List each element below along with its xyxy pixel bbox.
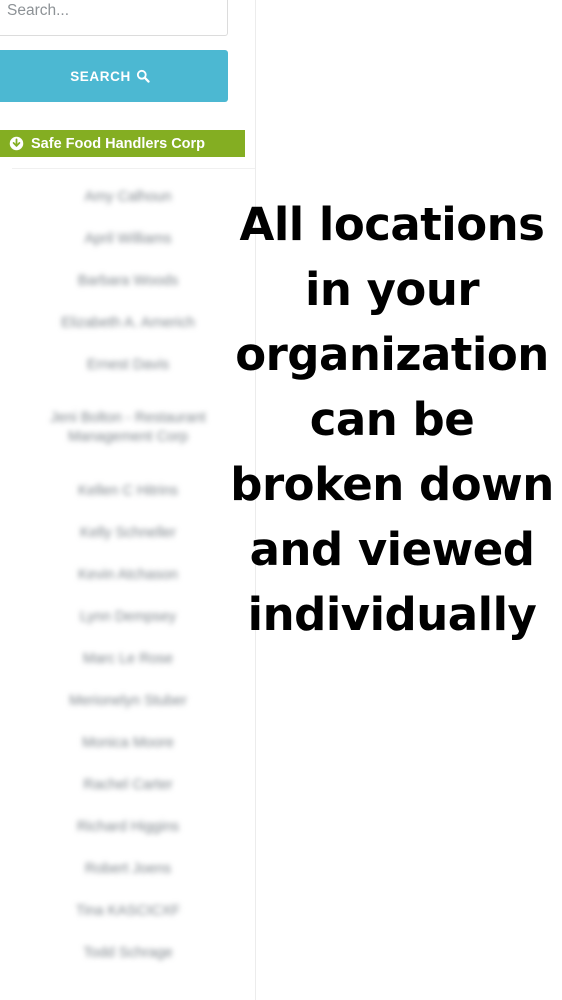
list-item[interactable]: Monica Moore [0,722,256,764]
list-item[interactable]: Richard Higgins [0,806,256,848]
list-item[interactable]: Rachel Carter [0,764,256,806]
list-item[interactable]: Tina KASCICXF [0,890,256,932]
list-item[interactable]: Amy Calhoun [0,176,256,218]
search-button-label: SEARCH [70,68,131,84]
list-item[interactable]: Lynn Dempsey [0,596,256,638]
list-item[interactable]: Todd Schrage [0,932,256,974]
location-sidebar-panel: SEARCH Safe Food Handlers Corp Amy Calho… [0,0,256,1000]
corp-header-safe-food-handlers[interactable]: Safe Food Handlers Corp [0,130,245,157]
overlay-caption-text: All locations in your organization can b… [230,198,554,641]
list-item[interactable]: Marc Le Rose [0,638,256,680]
search-input[interactable] [0,0,228,36]
list-item[interactable]: Kevin Atchason [0,554,256,596]
list-item[interactable]: Jeni Bolton - Restaurant Management Corp [0,386,256,470]
search-button[interactable]: SEARCH [0,50,228,102]
list-item[interactable]: Elizabeth A. Arnerich [0,302,256,344]
list-item[interactable]: Ernest Davis [0,344,256,386]
list-item[interactable]: Kelly Schneller [0,512,256,554]
list-item[interactable]: April Williams [0,218,256,260]
list-item[interactable]: Robert Joens [0,848,256,890]
list-item[interactable]: Merionelyn Stuber [0,680,256,722]
location-list: Amy Calhoun April Williams Barbara Woods El… [0,176,256,974]
list-top-divider [12,168,255,169]
list-item[interactable]: Kellen C Hitrins [0,470,256,512]
search-field-wrapper [0,0,228,36]
magnifier-icon [136,69,150,83]
circle-arrow-down-icon [9,136,24,151]
list-item[interactable]: Barbara Woods [0,260,256,302]
corp-header-label: Safe Food Handlers Corp [31,135,206,152]
